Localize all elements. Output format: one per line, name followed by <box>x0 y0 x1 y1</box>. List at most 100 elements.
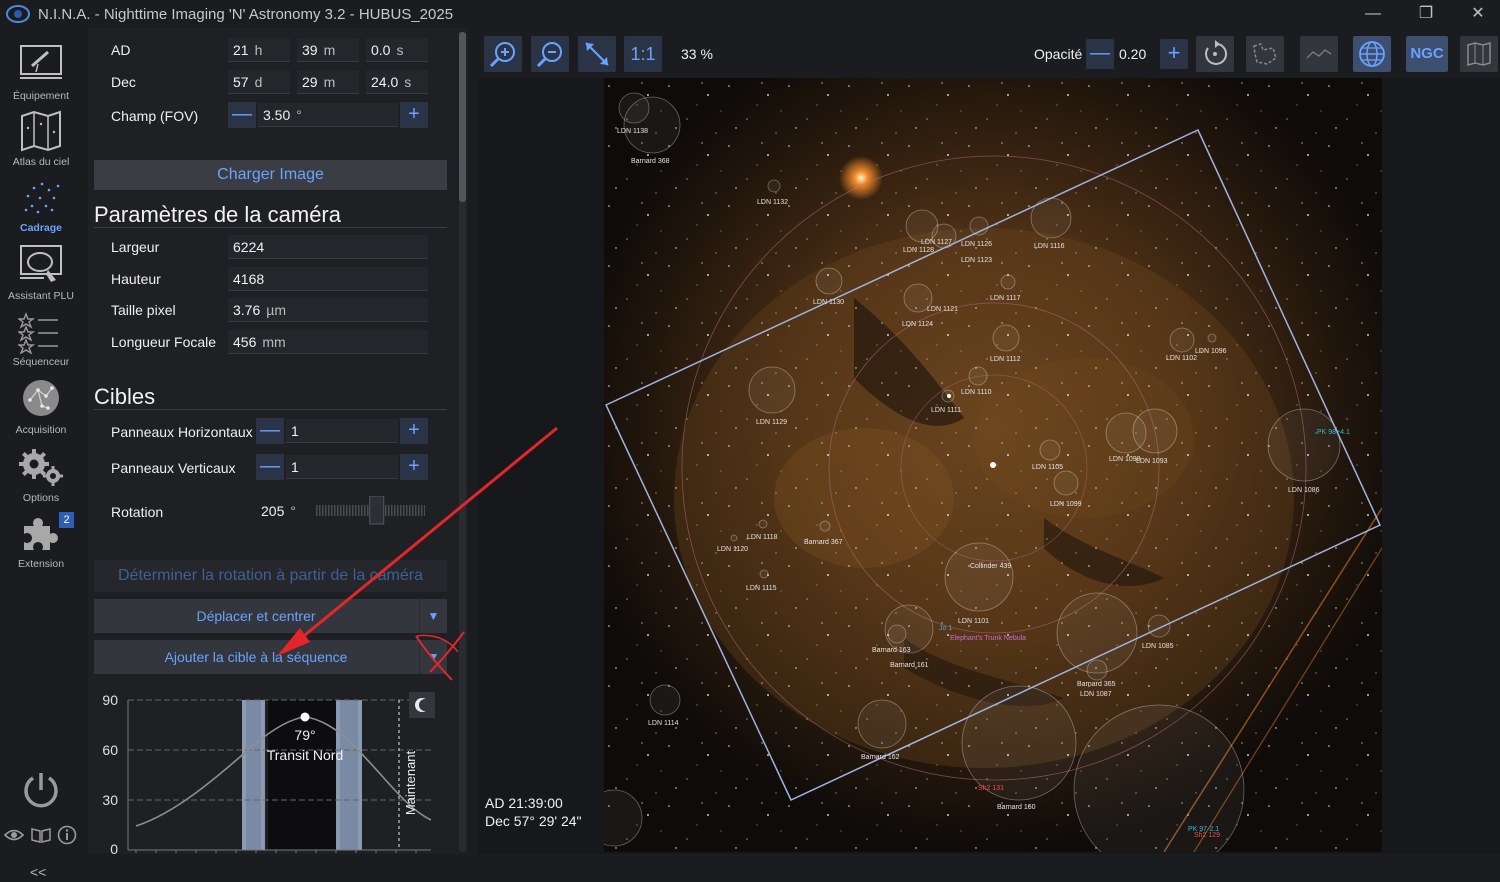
sky-image[interactable]: LDN 1138 Barnard 368 LDN 1132 LDN 1127 L… <box>604 78 1382 852</box>
opacity-increase-button[interactable]: + <box>1160 39 1188 69</box>
svg-text:Barnard 162: Barnard 162 <box>861 754 900 761</box>
svg-text:LDN 1128: LDN 1128 <box>903 247 934 254</box>
minimize-button[interactable]: — <box>1353 2 1393 26</box>
dec-degrees-value: 57 <box>233 74 249 90</box>
grid-button[interactable] <box>1353 36 1391 72</box>
rotation-from-camera-button[interactable]: Déterminer la rotation à partir de la ca… <box>94 560 447 592</box>
nav-item-equipment[interactable]: Équipement <box>0 44 82 108</box>
rotation-slider-thumb[interactable] <box>369 496 385 525</box>
vertical-panels-increase-button[interactable]: + <box>400 454 428 480</box>
fov-field[interactable]: 3.50 ° <box>258 103 398 127</box>
svg-text:LDN 1096: LDN 1096 <box>1195 348 1227 355</box>
gear-icon <box>19 449 63 486</box>
sensor-width-value: 6224 <box>233 239 265 255</box>
nav-item-extension[interactable]: 2 Extension <box>0 512 82 576</box>
status-bar <box>0 854 1500 882</box>
framing-icon <box>24 182 60 214</box>
nav-item-sequencer[interactable]: Séquenceur <box>0 310 82 374</box>
add-target-dropdown-icon[interactable]: ▼ <box>419 640 447 674</box>
horizontal-panels-increase-button[interactable]: + <box>400 418 428 444</box>
ra-seconds-field[interactable]: 0.0 s <box>366 38 428 62</box>
slew-dropdown-icon[interactable]: ▼ <box>419 599 447 633</box>
nav-item-sky-atlas[interactable]: Atlas du ciel <box>0 110 82 174</box>
add-target-to-sequence-button[interactable]: Ajouter la cible à la séquence ▼ <box>94 640 447 674</box>
fov-decrease-button[interactable]: — <box>228 102 256 128</box>
eye-icon[interactable] <box>4 828 24 842</box>
section-divider <box>94 227 447 228</box>
collapse-sidebar-button[interactable]: << <box>30 864 46 880</box>
svg-text:LDN 1138: LDN 1138 <box>617 128 648 135</box>
section-divider <box>94 409 447 410</box>
info-icon[interactable] <box>57 825 77 845</box>
maximize-button[interactable]: ❐ <box>1406 2 1446 26</box>
vertical-panels-field[interactable]: 1 <box>286 455 398 479</box>
sky-atlas-overlay-button[interactable] <box>1460 36 1498 72</box>
focal-length-label: Longueur Focale <box>111 334 217 350</box>
focal-length-field[interactable]: 456 mm <box>228 330 428 354</box>
zoom-out-icon <box>536 42 562 68</box>
svg-text:LDN 1132: LDN 1132 <box>757 199 788 206</box>
window-title: N.I.N.A. - Nighttime Imaging 'N' Astrono… <box>38 6 454 23</box>
actual-size-button[interactable]: 1:1 <box>624 36 662 72</box>
sensor-height-label: Hauteur <box>111 271 161 287</box>
svg-text:Barnard 161: Barnard 161 <box>890 662 929 669</box>
pixel-size-field[interactable]: 3.76 µm <box>228 298 428 322</box>
opacity-decrease-button[interactable]: — <box>1086 39 1114 69</box>
svg-text:Barnard 365: Barnard 365 <box>1077 681 1116 688</box>
nav-item-flat-wizard[interactable]: Assistant PLU <box>0 244 82 308</box>
y-tick: 90 <box>102 692 118 708</box>
rotation-unit: ° <box>290 503 296 519</box>
rotation-slider[interactable] <box>313 496 428 526</box>
ra-hours-unit: h <box>254 42 263 58</box>
nav-item-framing[interactable]: Cadrage <box>0 176 82 240</box>
nav-item-options[interactable]: Options <box>0 446 82 510</box>
zoom-in-button[interactable] <box>484 36 522 72</box>
svg-text:LDN 1127: LDN 1127 <box>921 239 952 246</box>
book-icon[interactable] <box>30 826 52 844</box>
app-logo-icon <box>6 5 30 23</box>
nav-label: Séquenceur <box>12 356 70 368</box>
horizontal-panels-decrease-button[interactable]: — <box>256 418 284 444</box>
sensor-height-field[interactable]: 4168 <box>228 267 428 291</box>
constellation-boundaries-button[interactable] <box>1246 36 1284 72</box>
svg-text:Collinder 439: Collinder 439 <box>970 563 1011 570</box>
horizontal-panels-field[interactable]: 1 <box>286 419 398 443</box>
nav-label: Extension <box>17 558 65 570</box>
rotation-value: 205 <box>261 503 285 519</box>
panel-scrollbar-thumb[interactable] <box>459 32 466 202</box>
rotation-field[interactable]: 205 ° <box>256 499 306 523</box>
fov-increase-button[interactable]: + <box>400 102 428 128</box>
flat-wizard-icon <box>20 245 62 282</box>
ra-hours-field[interactable]: 21 h <box>228 38 290 62</box>
slew-center-button[interactable]: Déplacer et centrer ▼ <box>94 599 447 633</box>
dec-seconds-field[interactable]: 24.0 s <box>366 70 428 94</box>
sensor-width-field[interactable]: 6224 <box>228 235 428 259</box>
pixel-size-value: 3.76 <box>233 302 261 318</box>
ngc-annotations-button[interactable]: NGC <box>1406 36 1448 72</box>
sensor-height-value: 4168 <box>233 271 265 287</box>
rotate-button[interactable] <box>1196 36 1234 72</box>
svg-text:LDN 1093: LDN 1093 <box>1136 458 1168 465</box>
nav-item-imaging[interactable]: Acquisition <box>0 378 82 442</box>
vertical-panels-value: 1 <box>291 459 299 475</box>
puzzle-icon <box>24 518 58 550</box>
svg-text:Sh2 131: Sh2 131 <box>978 785 1004 792</box>
dec-minutes-field[interactable]: 29 m <box>297 70 359 94</box>
fit-to-screen-button[interactable] <box>578 36 616 72</box>
opacity-value: 0.20 <box>1119 46 1147 62</box>
close-button[interactable]: ✕ <box>1458 2 1498 26</box>
ra-minutes-field[interactable]: 39 m <box>297 38 359 62</box>
camera-settings-title: Paramètres de la caméra <box>94 202 341 227</box>
zoom-out-button[interactable] <box>531 36 569 72</box>
constellation-lines-button[interactable] <box>1300 36 1338 72</box>
cursor-dec: Dec 57° 29' 24" <box>485 813 582 829</box>
extension-update-badge: 2 <box>59 512 74 528</box>
power-icon[interactable] <box>22 770 60 810</box>
vertical-panels-decrease-button[interactable]: — <box>256 454 284 480</box>
dec-degrees-field[interactable]: 57 d <box>228 70 290 94</box>
ra-hours-value: 21 <box>233 42 249 58</box>
title-bar: N.I.N.A. - Nighttime Imaging 'N' Astrono… <box>0 0 1500 28</box>
zoom-in-icon <box>489 42 515 68</box>
svg-text:LDN 1101: LDN 1101 <box>958 618 989 625</box>
load-image-button[interactable]: Charger Image <box>94 160 447 190</box>
